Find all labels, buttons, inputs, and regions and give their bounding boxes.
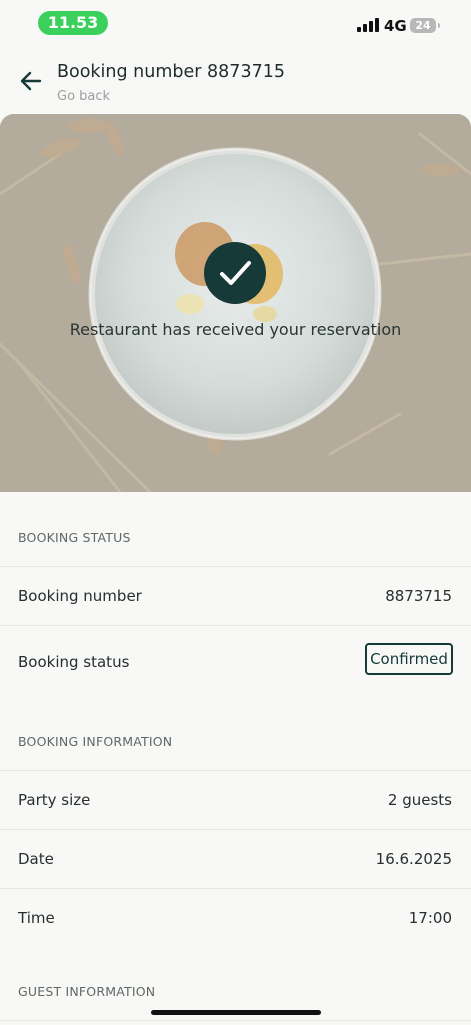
booking-status-row: Booking status Confirmed — [0, 625, 471, 690]
date-row: Date 16.6.2025 — [0, 829, 471, 889]
time-row: Time 17:00 — [0, 888, 471, 948]
hero-image: Restaurant has received your reservation — [0, 114, 471, 492]
clock: 11.53 — [38, 11, 108, 35]
home-indicator[interactable] — [151, 1010, 321, 1015]
page-title: Booking number 8873715 — [57, 62, 285, 82]
reservation-message: Restaurant has received your reservation — [69, 320, 402, 339]
booking-number-value: 8873715 — [385, 587, 452, 605]
network-type: 4G — [384, 17, 407, 35]
booking-status-label: Booking status — [18, 653, 130, 671]
booking-number-row: Booking number 8873715 — [0, 566, 471, 626]
party-size-row: Party size 2 guests — [0, 770, 471, 830]
section-title-booking-status: BOOKING STATUS — [18, 530, 131, 545]
header: Booking number 8873715 Go back — [0, 46, 471, 114]
date-label: Date — [18, 850, 54, 868]
back-arrow-icon[interactable] — [16, 66, 46, 96]
status-bar: 11.53 4G 24 — [0, 0, 471, 46]
date-value: 16.6.2025 — [375, 850, 452, 868]
booking-number-label: Booking number — [18, 587, 142, 605]
section-title-guest-information: GUEST INFORMATION — [18, 984, 156, 999]
check-icon — [204, 242, 266, 304]
party-size-label: Party size — [18, 791, 91, 809]
battery-icon: 24 — [410, 18, 440, 33]
section-title-booking-information: BOOKING INFORMATION — [18, 734, 173, 749]
signal-icon — [357, 18, 379, 32]
guest-information-divider — [0, 1020, 471, 1025]
party-size-value: 2 guests — [387, 791, 452, 809]
time-value: 17:00 — [408, 909, 452, 927]
status-badge: Confirmed — [365, 643, 453, 675]
time-label: Time — [18, 909, 55, 927]
go-back-link[interactable]: Go back — [57, 89, 110, 104]
